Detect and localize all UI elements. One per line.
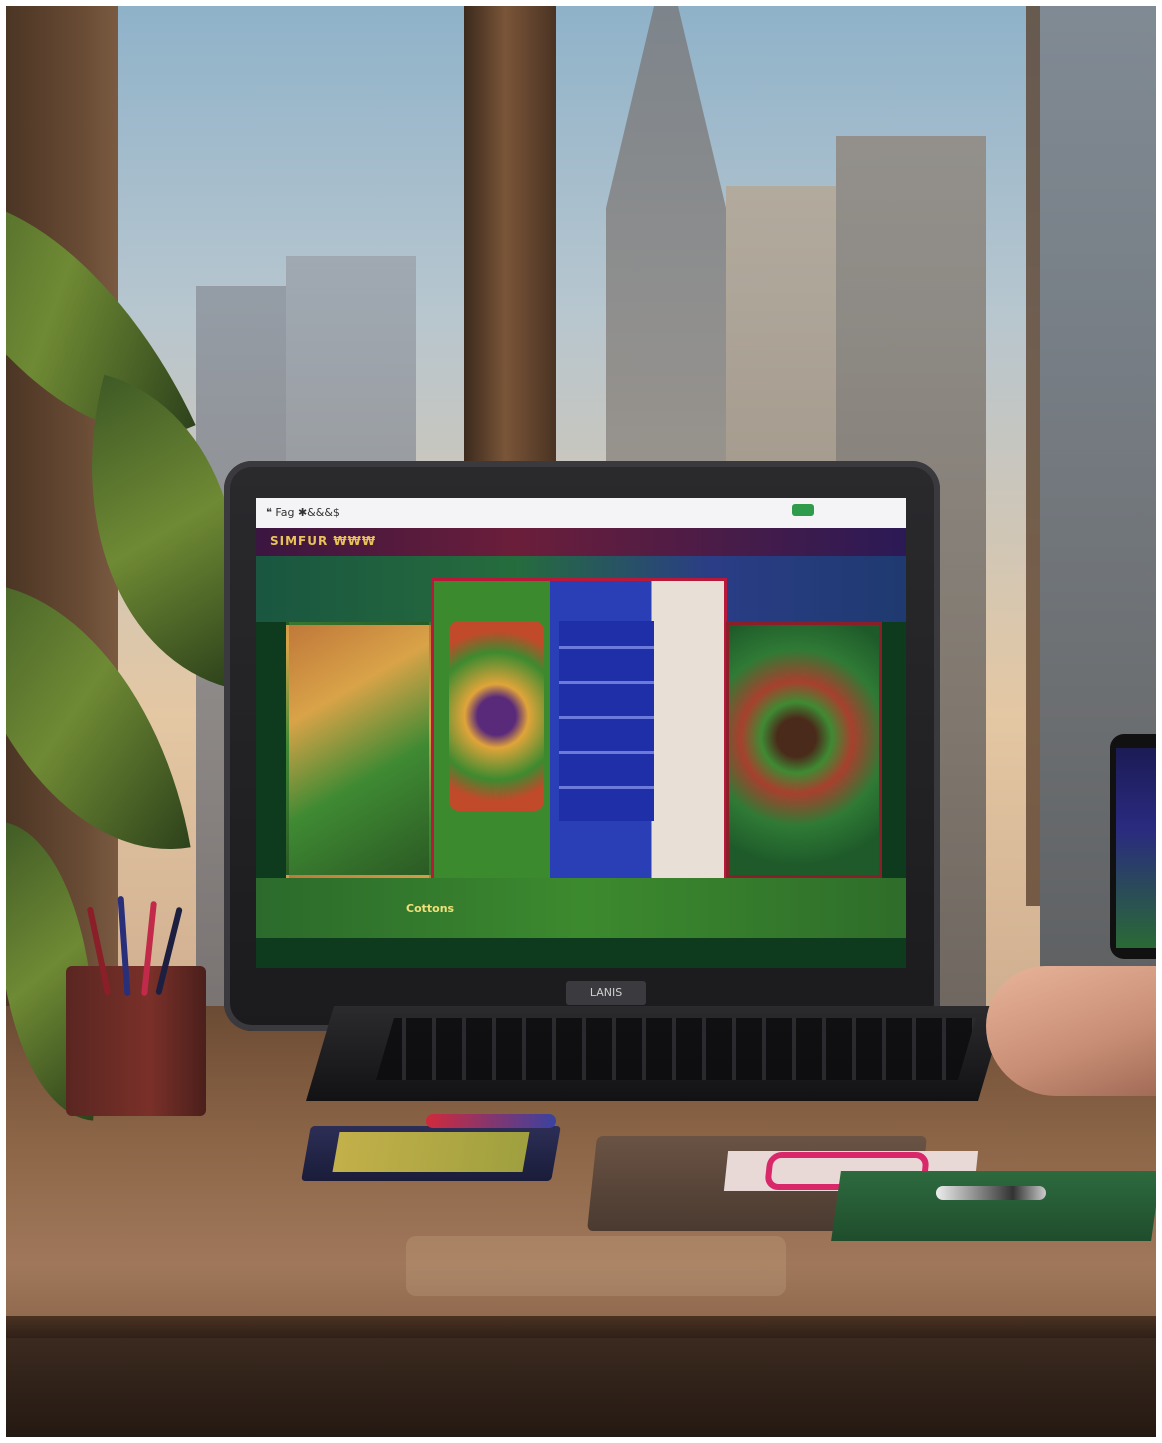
game-panel-right[interactable]: [726, 622, 882, 878]
desk-edge: [6, 1316, 1156, 1338]
green-notepad: [831, 1171, 1156, 1241]
window-mullion: [1026, 6, 1040, 906]
site-footer-bar: Cottons: [256, 878, 906, 938]
pen: [426, 1114, 556, 1128]
footer-label[interactable]: Cottons: [406, 902, 454, 915]
game-grid: [559, 621, 654, 821]
laptop-brand: LANIS: [566, 981, 646, 1005]
browser-url[interactable]: ❝ Fag ✱&&&$: [266, 506, 340, 519]
window-mullion: [464, 6, 556, 486]
laptop-screen[interactable]: ❝ Fag ✱&&&$ SIMFUR ₩₩₩ Cottons: [256, 498, 906, 968]
game-artwork: [449, 621, 544, 811]
marker-pen: [936, 1186, 1046, 1200]
notebook-cover: [332, 1132, 530, 1172]
phone-screen[interactable]: [1116, 748, 1156, 948]
site-logo[interactable]: SIMFUR ₩₩₩: [270, 534, 376, 548]
laptop-keyboard[interactable]: [376, 1018, 976, 1080]
desk-reflection: [406, 1236, 786, 1296]
browser-address-bar[interactable]: ❝ Fag ✱&&&$: [256, 498, 906, 530]
site-header: SIMFUR ₩₩₩: [256, 528, 906, 556]
pen-cup: [66, 895, 206, 1116]
desk-front: [6, 1338, 1156, 1437]
hand: [986, 966, 1156, 1096]
browser-green-button[interactable]: [792, 504, 814, 516]
game-panel-center[interactable]: [431, 578, 727, 884]
game-panel-left[interactable]: [286, 622, 432, 878]
photo-frame: ❝ Fag ✱&&&$ SIMFUR ₩₩₩ Cottons LANIS: [6, 6, 1156, 1437]
